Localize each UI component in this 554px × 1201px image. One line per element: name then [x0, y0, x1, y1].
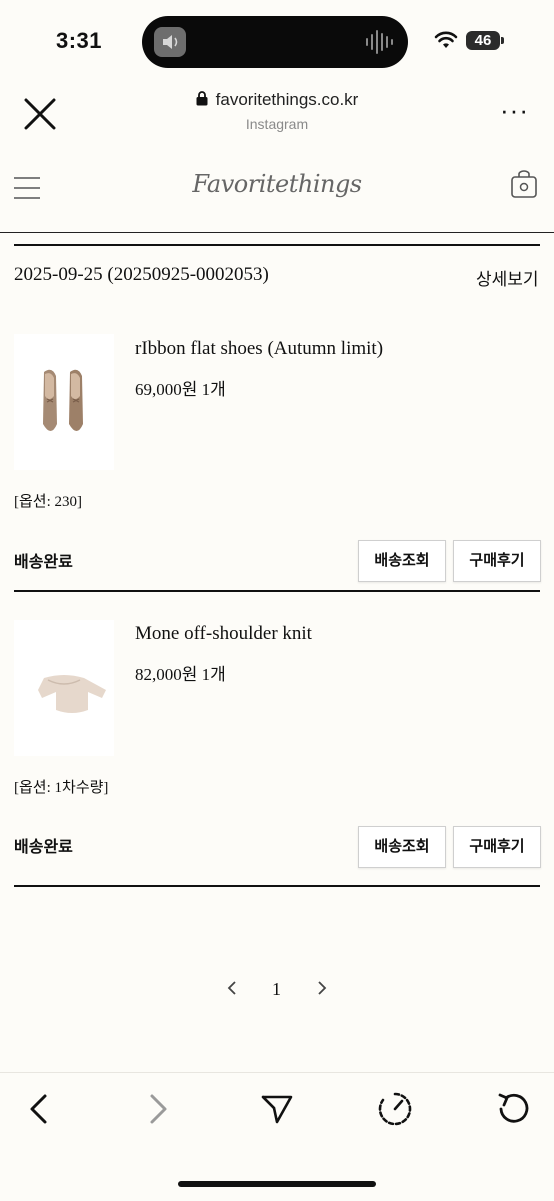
timer-icon[interactable]	[376, 1090, 414, 1128]
dynamic-island	[142, 16, 408, 68]
delivery-status: 배송완료	[14, 839, 73, 856]
product-price: 82,000원 1개	[135, 665, 226, 684]
browser-subtitle: Instagram	[245, 116, 309, 132]
status-time: 3:31	[56, 28, 103, 53]
header-divider	[0, 232, 554, 233]
lock-icon	[196, 91, 208, 106]
product-thumbnail-knit[interactable]	[14, 620, 114, 756]
track-delivery-button[interactable]: 배송조회	[358, 540, 446, 582]
delivery-status: 배송완료	[14, 554, 73, 571]
wifi-icon	[434, 30, 458, 50]
pagination-next[interactable]	[316, 978, 328, 998]
battery-indicator: 46	[466, 31, 500, 50]
share-send-icon[interactable]	[260, 1093, 294, 1125]
product-option: [옵션: 230]	[14, 494, 83, 510]
product-option: [옵션: 1차수량]	[14, 780, 109, 796]
section-divider	[14, 244, 540, 246]
speaker-icon	[154, 27, 186, 57]
pagination-prev[interactable]	[226, 978, 238, 998]
order-detail-link[interactable]: 상세보기	[476, 265, 539, 290]
product-name[interactable]: Mone off-shoulder knit	[135, 623, 312, 645]
url-bar[interactable]: favoritethings.co.kr	[0, 90, 554, 110]
product-name[interactable]: rIbbon flat shoes (Autumn limit)	[135, 338, 383, 360]
track-delivery-button[interactable]: 배송조회	[358, 826, 446, 868]
write-review-button[interactable]: 구매후기	[453, 826, 541, 868]
shopping-bag-icon[interactable]	[510, 169, 538, 199]
order-date: 2025-09-25	[14, 264, 103, 285]
list-end-divider	[14, 885, 540, 887]
url-text: favoritethings.co.kr	[215, 90, 359, 109]
home-indicator	[178, 1181, 376, 1187]
order-number: (20250925-0002053)	[107, 264, 269, 285]
forward-arrow-icon[interactable]	[147, 1093, 169, 1125]
pagination-current[interactable]: 1	[272, 979, 281, 1000]
back-arrow-icon[interactable]	[28, 1093, 50, 1125]
item-divider	[14, 590, 540, 592]
battery-cap	[501, 37, 504, 44]
product-price: 69,000원 1개	[135, 380, 226, 399]
refresh-icon[interactable]	[496, 1091, 532, 1127]
order-heading: 2025-09-25 (20250925-0002053)	[14, 264, 269, 286]
product-thumbnail-shoes[interactable]	[14, 334, 114, 470]
audio-waveform-icon	[364, 28, 396, 56]
site-logo[interactable]: Favoritethings	[0, 170, 554, 198]
more-options-button[interactable]: ···	[500, 97, 529, 123]
write-review-button[interactable]: 구매후기	[453, 540, 541, 582]
